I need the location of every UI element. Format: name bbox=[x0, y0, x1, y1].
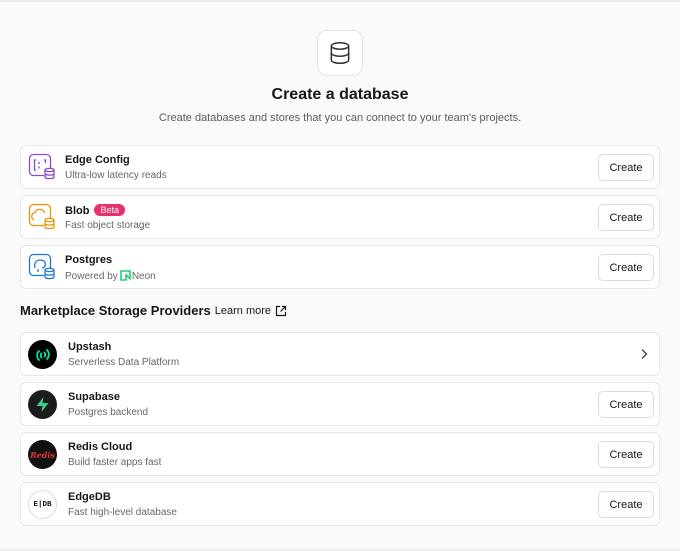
create-supabase-button[interactable]: Create bbox=[598, 391, 654, 418]
neon-brand-label: Neon bbox=[131, 271, 156, 282]
blob-icon bbox=[28, 203, 56, 231]
provider-name: Redis Cloud bbox=[68, 441, 133, 453]
marketplace-title: Marketplace Storage Providers bbox=[20, 303, 211, 318]
store-description: Fast object storage bbox=[65, 220, 151, 231]
provider-name: EdgeDB bbox=[68, 491, 111, 503]
provider-description: Build faster apps fast bbox=[68, 457, 162, 468]
store-card-postgres: Postgres Powered by Neon Create bbox=[20, 245, 660, 289]
provider-description: Fast high-level database bbox=[68, 507, 177, 518]
edge-config-icon bbox=[28, 153, 56, 181]
create-redis-cloud-button[interactable]: Create bbox=[598, 441, 654, 468]
provider-card-redis-cloud: Redis Redis Cloud Build faster apps fast… bbox=[20, 432, 660, 476]
neon-logo-icon bbox=[120, 270, 131, 281]
database-icon bbox=[317, 30, 363, 76]
create-edgedb-button[interactable]: Create bbox=[598, 491, 654, 518]
store-description: Ultra-low latency reads bbox=[65, 170, 167, 181]
upstash-logo-icon bbox=[28, 340, 57, 369]
dialog: Create a database Create databases and s… bbox=[0, 0, 680, 551]
edgedb-logo-text: E|DB bbox=[33, 500, 52, 509]
store-name: Edge Config bbox=[65, 154, 130, 166]
redis-logo-text: Redis bbox=[30, 449, 55, 460]
provider-card-upstash[interactable]: Upstash Serverless Data Platform bbox=[20, 332, 660, 376]
store-name-text: Blob bbox=[65, 205, 90, 217]
provider-description: Postgres backend bbox=[68, 407, 149, 418]
store-name: Blob Beta bbox=[65, 204, 125, 217]
store-description: Powered by Neon bbox=[65, 270, 156, 282]
postgres-icon bbox=[28, 253, 56, 281]
provider-card-edgedb: E|DB EdgeDB Fast high-level database Cre… bbox=[20, 482, 660, 526]
beta-badge: Beta bbox=[94, 204, 125, 216]
store-card-blob: Blob Beta Fast object storage Create bbox=[20, 195, 660, 239]
redis-logo-icon: Redis bbox=[28, 440, 57, 469]
provider-name: Supabase bbox=[68, 391, 120, 403]
edgedb-logo-icon: E|DB bbox=[28, 490, 57, 519]
provider-name: Upstash bbox=[68, 341, 112, 353]
external-link-icon bbox=[275, 305, 287, 316]
create-postgres-button[interactable]: Create bbox=[598, 254, 654, 281]
powered-by-label: Powered by bbox=[65, 271, 118, 282]
learn-more-label: Learn more bbox=[214, 304, 272, 317]
create-edge-config-button[interactable]: Create bbox=[598, 154, 654, 181]
store-card-edge-config: Edge Config Ultra-low latency reads Crea… bbox=[20, 145, 660, 189]
marketplace-section-title: Marketplace Storage Providers Learn more bbox=[20, 303, 287, 318]
provider-description: Serverless Data Platform bbox=[68, 357, 180, 368]
supabase-logo-icon bbox=[28, 390, 57, 419]
store-name: Postgres bbox=[65, 254, 113, 266]
page-subtitle: Create databases and stores that you can… bbox=[158, 112, 522, 124]
provider-card-supabase: Supabase Postgres backend Create bbox=[20, 382, 660, 426]
chevron-right-icon bbox=[641, 349, 648, 359]
create-blob-button[interactable]: Create bbox=[598, 204, 654, 231]
learn-more-link[interactable]: Learn more bbox=[215, 305, 287, 317]
page-title: Create a database bbox=[271, 86, 409, 103]
